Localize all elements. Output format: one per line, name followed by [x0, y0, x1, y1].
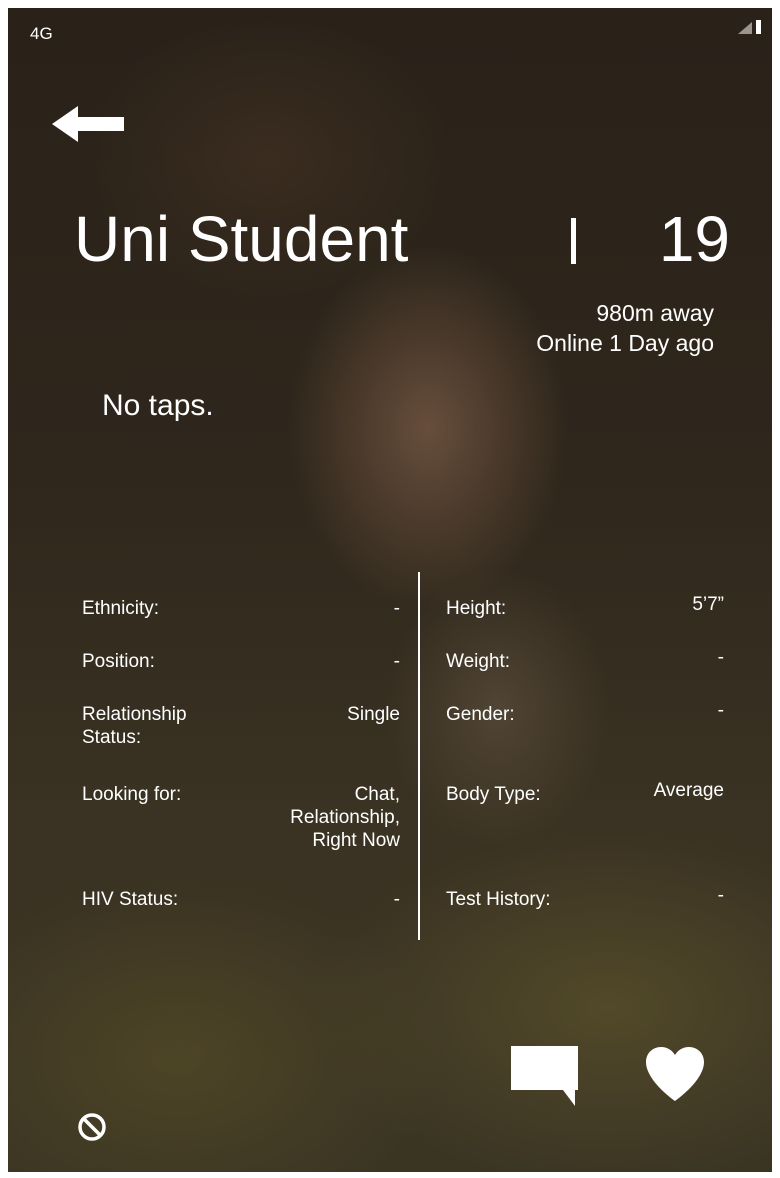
relationship-status-value: Single [347, 704, 400, 725]
chat-bubble-icon [511, 1046, 578, 1106]
block-icon [78, 1113, 106, 1141]
taps-status: No taps. [102, 389, 214, 422]
height-value: 5’7” [692, 594, 724, 615]
relationship-status-label: Relationship Status: [82, 704, 187, 748]
network-type: 4G [30, 24, 53, 43]
gender-label: Gender: [446, 704, 515, 725]
body-type-value: Average [653, 780, 724, 801]
distance-text: 980m away [596, 300, 714, 326]
arrow-left-icon [52, 106, 124, 142]
hiv-status-value: - [393, 889, 400, 910]
height-label: Height: [446, 598, 507, 619]
ethnicity-value: - [393, 598, 400, 619]
body-type-label: Body Type: [446, 784, 541, 805]
hiv-status-label: HIV Status: [82, 889, 179, 910]
last-online-text: Online 1 Day ago [536, 330, 714, 356]
block-button[interactable] [76, 1111, 108, 1143]
profile-screen: 4G Uni Student 19 980m away Online 1 Day… [8, 8, 772, 1172]
back-button[interactable] [52, 106, 126, 142]
favorite-button[interactable] [644, 1046, 706, 1102]
position-label: Position: [82, 651, 155, 672]
title-separator [571, 218, 576, 264]
looking-for-value: Chat, Relationship, Right Now [290, 784, 400, 851]
profile-age: 19 [658, 203, 730, 275]
details-divider [418, 572, 420, 940]
test-history-label: Test History: [446, 889, 551, 910]
heart-icon [646, 1047, 704, 1101]
test-history-value: - [717, 885, 724, 906]
weight-value: - [717, 647, 724, 668]
chat-button[interactable] [511, 1046, 579, 1108]
signal-battery-icon [738, 20, 761, 34]
ethnicity-label: Ethnicity: [82, 598, 160, 619]
position-value: - [393, 651, 400, 672]
weight-label: Weight: [446, 651, 511, 672]
profile-name: Uni Student [74, 203, 409, 275]
gender-value: - [717, 700, 724, 721]
looking-for-label: Looking for: [82, 784, 182, 805]
